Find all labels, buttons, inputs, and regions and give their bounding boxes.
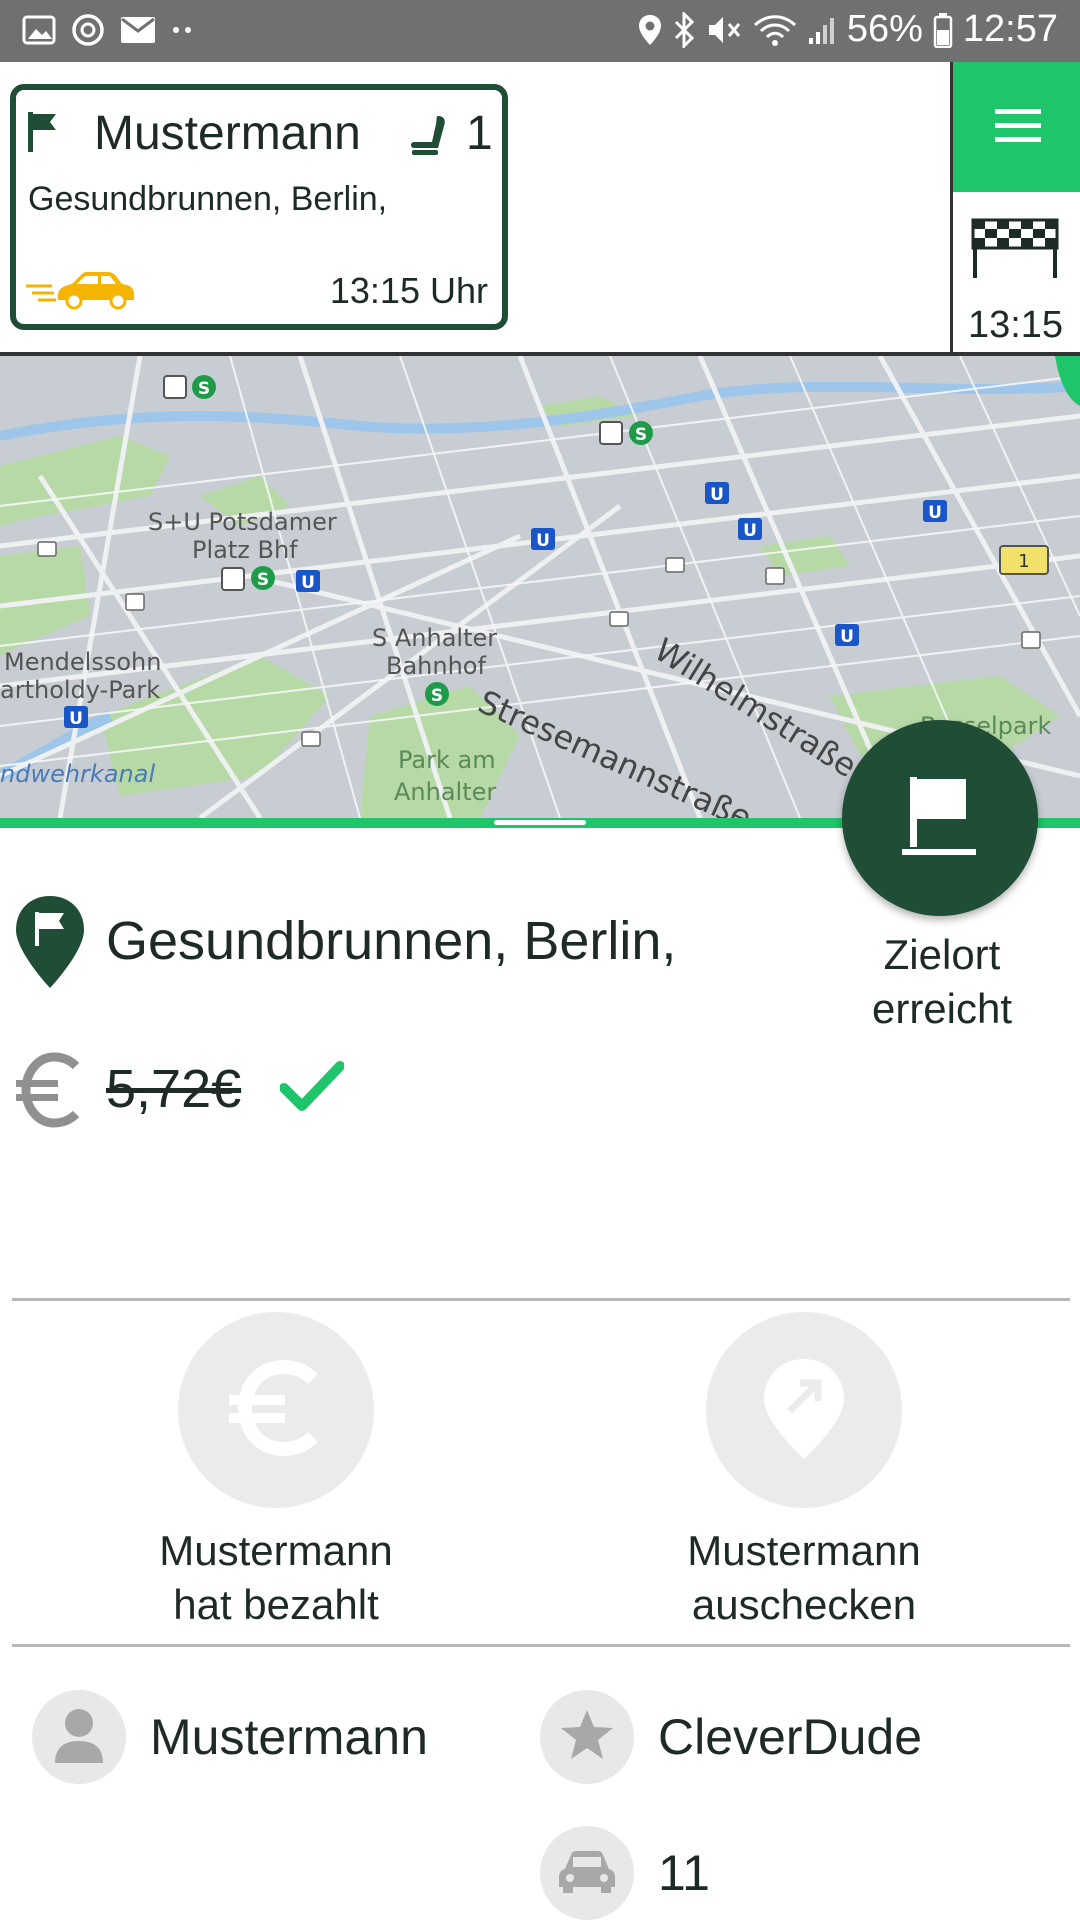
- check-icon: [279, 1060, 345, 1119]
- person-icon: [51, 1705, 107, 1770]
- destination-reached-label: Zielort erreicht: [830, 928, 1054, 1036]
- clock: 12:57: [962, 8, 1058, 50]
- taxi-car-icon: [24, 266, 138, 315]
- seat-icon: [408, 114, 456, 163]
- svg-text:U: U: [536, 531, 550, 551]
- seat-count: 1: [466, 107, 493, 160]
- battery-percent: 56%: [846, 8, 923, 50]
- checkout-label-line1: Mustermann: [687, 1527, 921, 1574]
- paid-icon-circle: [178, 1312, 374, 1508]
- svg-text:S: S: [257, 570, 269, 590]
- person-icon-circle: [32, 1690, 126, 1784]
- svg-text:S: S: [198, 379, 210, 399]
- driver-info: CleverDude: [540, 1690, 922, 1784]
- signal-icon: [807, 14, 837, 46]
- status-bar: 56% 12:57: [0, 0, 1080, 62]
- top-area: Mustermann 1 Gesundbrunnen, Berlin, 13:1…: [0, 62, 1080, 352]
- dots-icon: [170, 25, 200, 35]
- destination-pin-icon: [10, 892, 90, 997]
- passenger-info: Mustermann: [32, 1690, 428, 1784]
- map-label-landwehrkanal: ndwehrkanal: [0, 760, 155, 788]
- car-info: 11: [540, 1826, 710, 1920]
- paid-label-line2: hat bezahlt: [173, 1581, 379, 1628]
- svg-text:U: U: [743, 521, 757, 541]
- car-number: 11: [658, 1845, 710, 1901]
- drag-handle[interactable]: [494, 820, 586, 825]
- bluetooth-icon: [673, 11, 695, 48]
- euro-icon: [221, 1353, 331, 1468]
- finish-eta[interactable]: 13:15: [953, 212, 1080, 352]
- passenger-name-info: Mustermann: [150, 1709, 428, 1765]
- divider-1: [12, 1298, 1070, 1301]
- svg-text:U: U: [301, 573, 315, 593]
- map-label-park-1: Park am: [398, 746, 496, 774]
- driver-name: CleverDude: [658, 1709, 923, 1765]
- menu-button[interactable]: [953, 62, 1080, 192]
- fab-label-line1: Zielort: [883, 931, 1001, 978]
- checkout-button[interactable]: Mustermann auschecken: [654, 1312, 954, 1632]
- destination-reached-button[interactable]: [842, 720, 1038, 916]
- svg-text:U: U: [840, 627, 854, 647]
- map-label-potsdamer-1: S+U Potsdamer: [148, 508, 337, 536]
- location-arrow-icon: [754, 1353, 854, 1468]
- checkout-icon-circle: [706, 1312, 902, 1508]
- mute-icon: [705, 13, 743, 47]
- wifi-icon: [753, 13, 797, 47]
- paid-button[interactable]: Mustermann hat bezahlt: [126, 1312, 426, 1632]
- paid-label-line1: Mustermann: [159, 1527, 393, 1574]
- divider-2: [12, 1644, 1070, 1647]
- star-icon-circle: [540, 1690, 634, 1784]
- passenger-name: Mustermann: [94, 107, 361, 160]
- map-label-mendelssohn-2: artholdy-Park: [0, 676, 160, 704]
- svg-text:U: U: [928, 503, 942, 523]
- gallery-icon: [22, 15, 56, 45]
- ride-time: 13:15 Uhr: [329, 270, 488, 311]
- hamburger-icon: [993, 105, 1043, 150]
- location-icon: [637, 13, 663, 47]
- sync-icon: [70, 12, 106, 48]
- fab-label-line2: erreicht: [871, 985, 1013, 1032]
- car-icon-circle: [540, 1826, 634, 1920]
- checkout-label-line2: auschecken: [691, 1581, 917, 1628]
- map-label-potsdamer-2: Platz Bhf: [192, 536, 298, 564]
- map-label-anhalter-1: S Anhalter: [372, 624, 497, 652]
- map-route-badge: 1: [1018, 551, 1029, 572]
- car-icon: [557, 1847, 617, 1900]
- map-label-anhalter-2: Bahnhof: [386, 652, 486, 680]
- mail-icon: [120, 16, 156, 44]
- ride-card[interactable]: Mustermann 1 Gesundbrunnen, Berlin, 13:1…: [10, 84, 508, 330]
- euro-icon: [14, 1052, 84, 1133]
- svg-text:U: U: [710, 485, 724, 505]
- map-label-mendelssohn-1: Mendelssohn: [4, 648, 161, 676]
- finish-time: 13:15: [967, 304, 1064, 346]
- price: 5,72€: [106, 1059, 242, 1119]
- destination-address: Gesundbrunnen, Berlin,: [106, 911, 677, 971]
- svg-text:S: S: [635, 425, 647, 445]
- ride-address: Gesundbrunnen, Berlin,: [28, 180, 388, 218]
- svg-text:U: U: [69, 709, 83, 729]
- battery-icon: [933, 12, 953, 48]
- finish-flag-icon: [971, 218, 1059, 285]
- svg-text:S: S: [431, 686, 443, 706]
- flag-icon: [26, 110, 66, 159]
- side-column: 13:15: [950, 62, 1080, 352]
- flag-icon: [900, 771, 980, 866]
- star-icon: [559, 1708, 615, 1767]
- map-label-park-2: Anhalter: [394, 778, 496, 806]
